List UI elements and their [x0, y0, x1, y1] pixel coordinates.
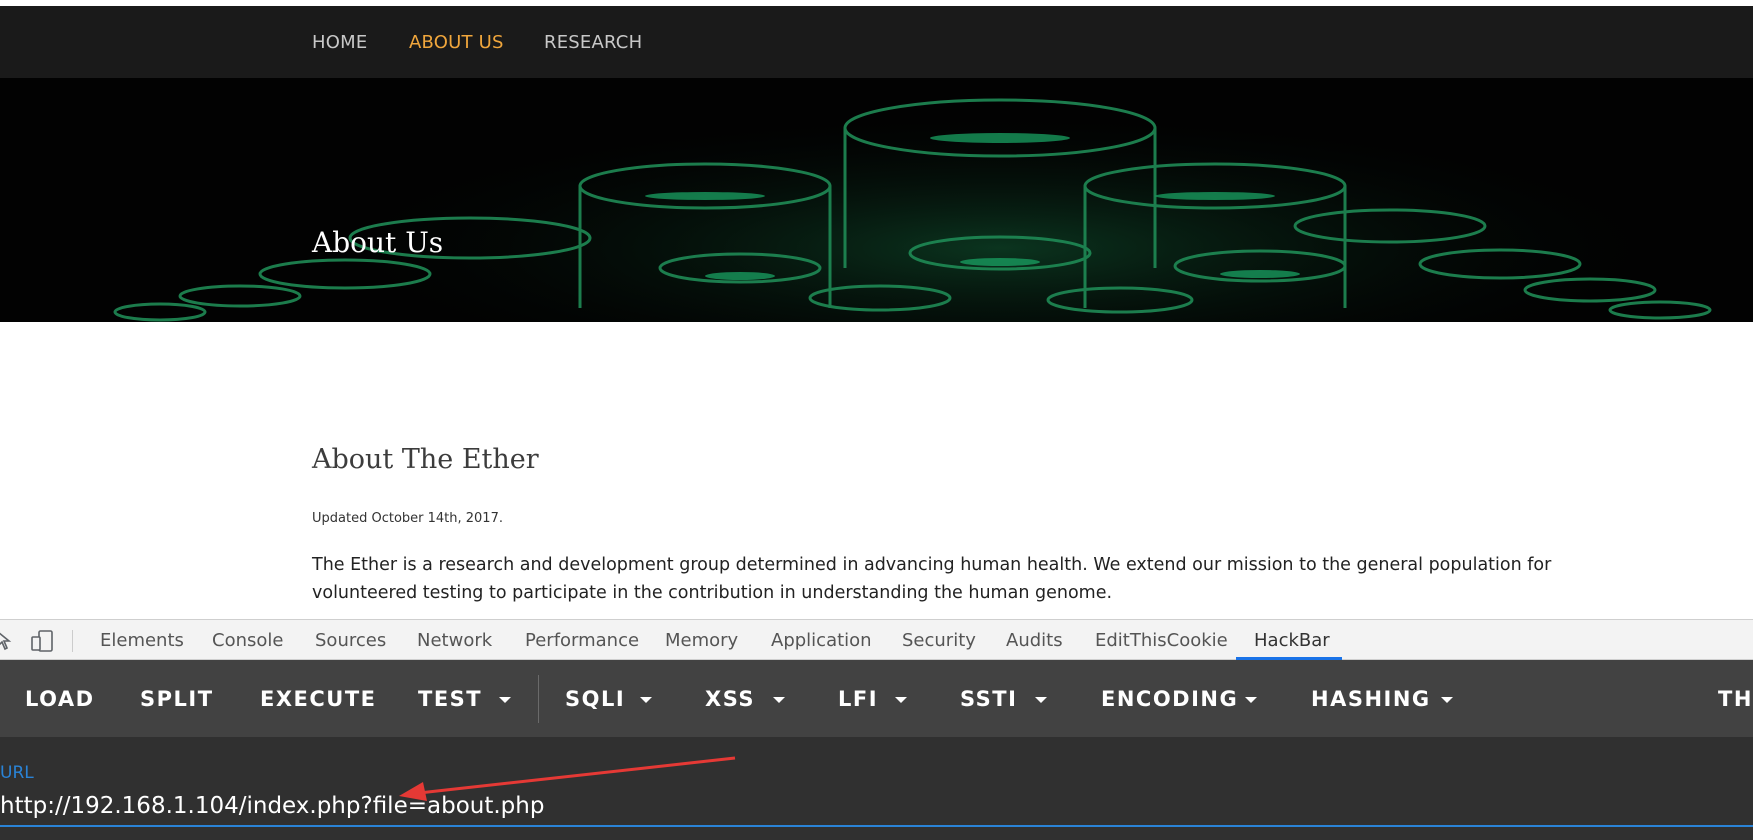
hackbar-toolbar: LOAD SPLIT EXECUTE TEST SQLI XSS LFI SST…	[0, 660, 1753, 737]
ssti-menu-button[interactable]: SSTI	[960, 687, 1017, 711]
about-paragraph: The Ether is a research and development …	[312, 555, 1552, 603]
url-label: URL	[0, 763, 34, 783]
sqli-menu-button[interactable]: SQLI	[565, 687, 625, 711]
site-nav: HOME ABOUT US RESEARCH	[0, 6, 1753, 78]
lfi-menu-button[interactable]: LFI	[838, 687, 878, 711]
hero-banner: About Us	[0, 78, 1753, 322]
xss-menu-button[interactable]: XSS	[705, 687, 755, 711]
test-menu-button[interactable]: TEST	[418, 687, 482, 711]
tab-security[interactable]: Security	[902, 630, 976, 651]
tab-network[interactable]: Network	[417, 630, 492, 651]
updated-date: Updated October 14th, 2017.	[312, 511, 503, 526]
tab-memory[interactable]: Memory	[665, 630, 738, 651]
toolbar-divider	[72, 630, 73, 652]
lab-glassware-image	[113, 98, 1712, 322]
encoding-menu-button[interactable]: ENCODING	[1101, 687, 1238, 711]
theme-menu-button[interactable]: THE	[1718, 687, 1753, 711]
nav-research[interactable]: RESEARCH	[544, 32, 642, 53]
tab-performance[interactable]: Performance	[525, 630, 639, 651]
lfi-chevron-down-icon	[895, 697, 907, 703]
xss-chevron-down-icon	[773, 697, 785, 703]
hero-title: About Us	[312, 226, 444, 259]
tab-sources[interactable]: Sources	[315, 630, 386, 651]
hashing-chevron-down-icon	[1441, 697, 1453, 703]
url-field[interactable]	[0, 787, 1753, 827]
tab-application[interactable]: Application	[771, 630, 872, 651]
test-chevron-down-icon	[499, 697, 511, 703]
encoding-chevron-down-icon	[1245, 697, 1257, 703]
annotation-arrow-icon	[399, 756, 736, 801]
hackbar-panel: URL	[0, 737, 1753, 840]
ssti-chevron-down-icon	[1035, 697, 1047, 703]
nav-home[interactable]: HOME	[312, 32, 367, 53]
tab-hackbar[interactable]: HackBar	[1254, 630, 1330, 651]
devtools-tab-strip: Elements Console Sources Network Perform…	[0, 619, 1753, 660]
sqli-chevron-down-icon	[640, 697, 652, 703]
tab-console[interactable]: Console	[212, 630, 283, 651]
nav-about-us[interactable]: ABOUT US	[409, 32, 504, 53]
content-heading: About The Ether	[312, 444, 539, 475]
device-toolbar-icon[interactable]	[30, 629, 54, 657]
load-button[interactable]: LOAD	[25, 687, 95, 711]
tab-editthiscookie[interactable]: EditThisCookie	[1095, 630, 1228, 651]
split-button[interactable]: SPLIT	[140, 687, 214, 711]
inspect-element-icon[interactable]	[0, 629, 12, 655]
execute-button[interactable]: EXECUTE	[260, 687, 377, 711]
tab-elements[interactable]: Elements	[100, 630, 184, 651]
tab-audits[interactable]: Audits	[1006, 630, 1063, 651]
toolbar-divider	[538, 675, 539, 723]
hashing-menu-button[interactable]: HASHING	[1311, 687, 1431, 711]
